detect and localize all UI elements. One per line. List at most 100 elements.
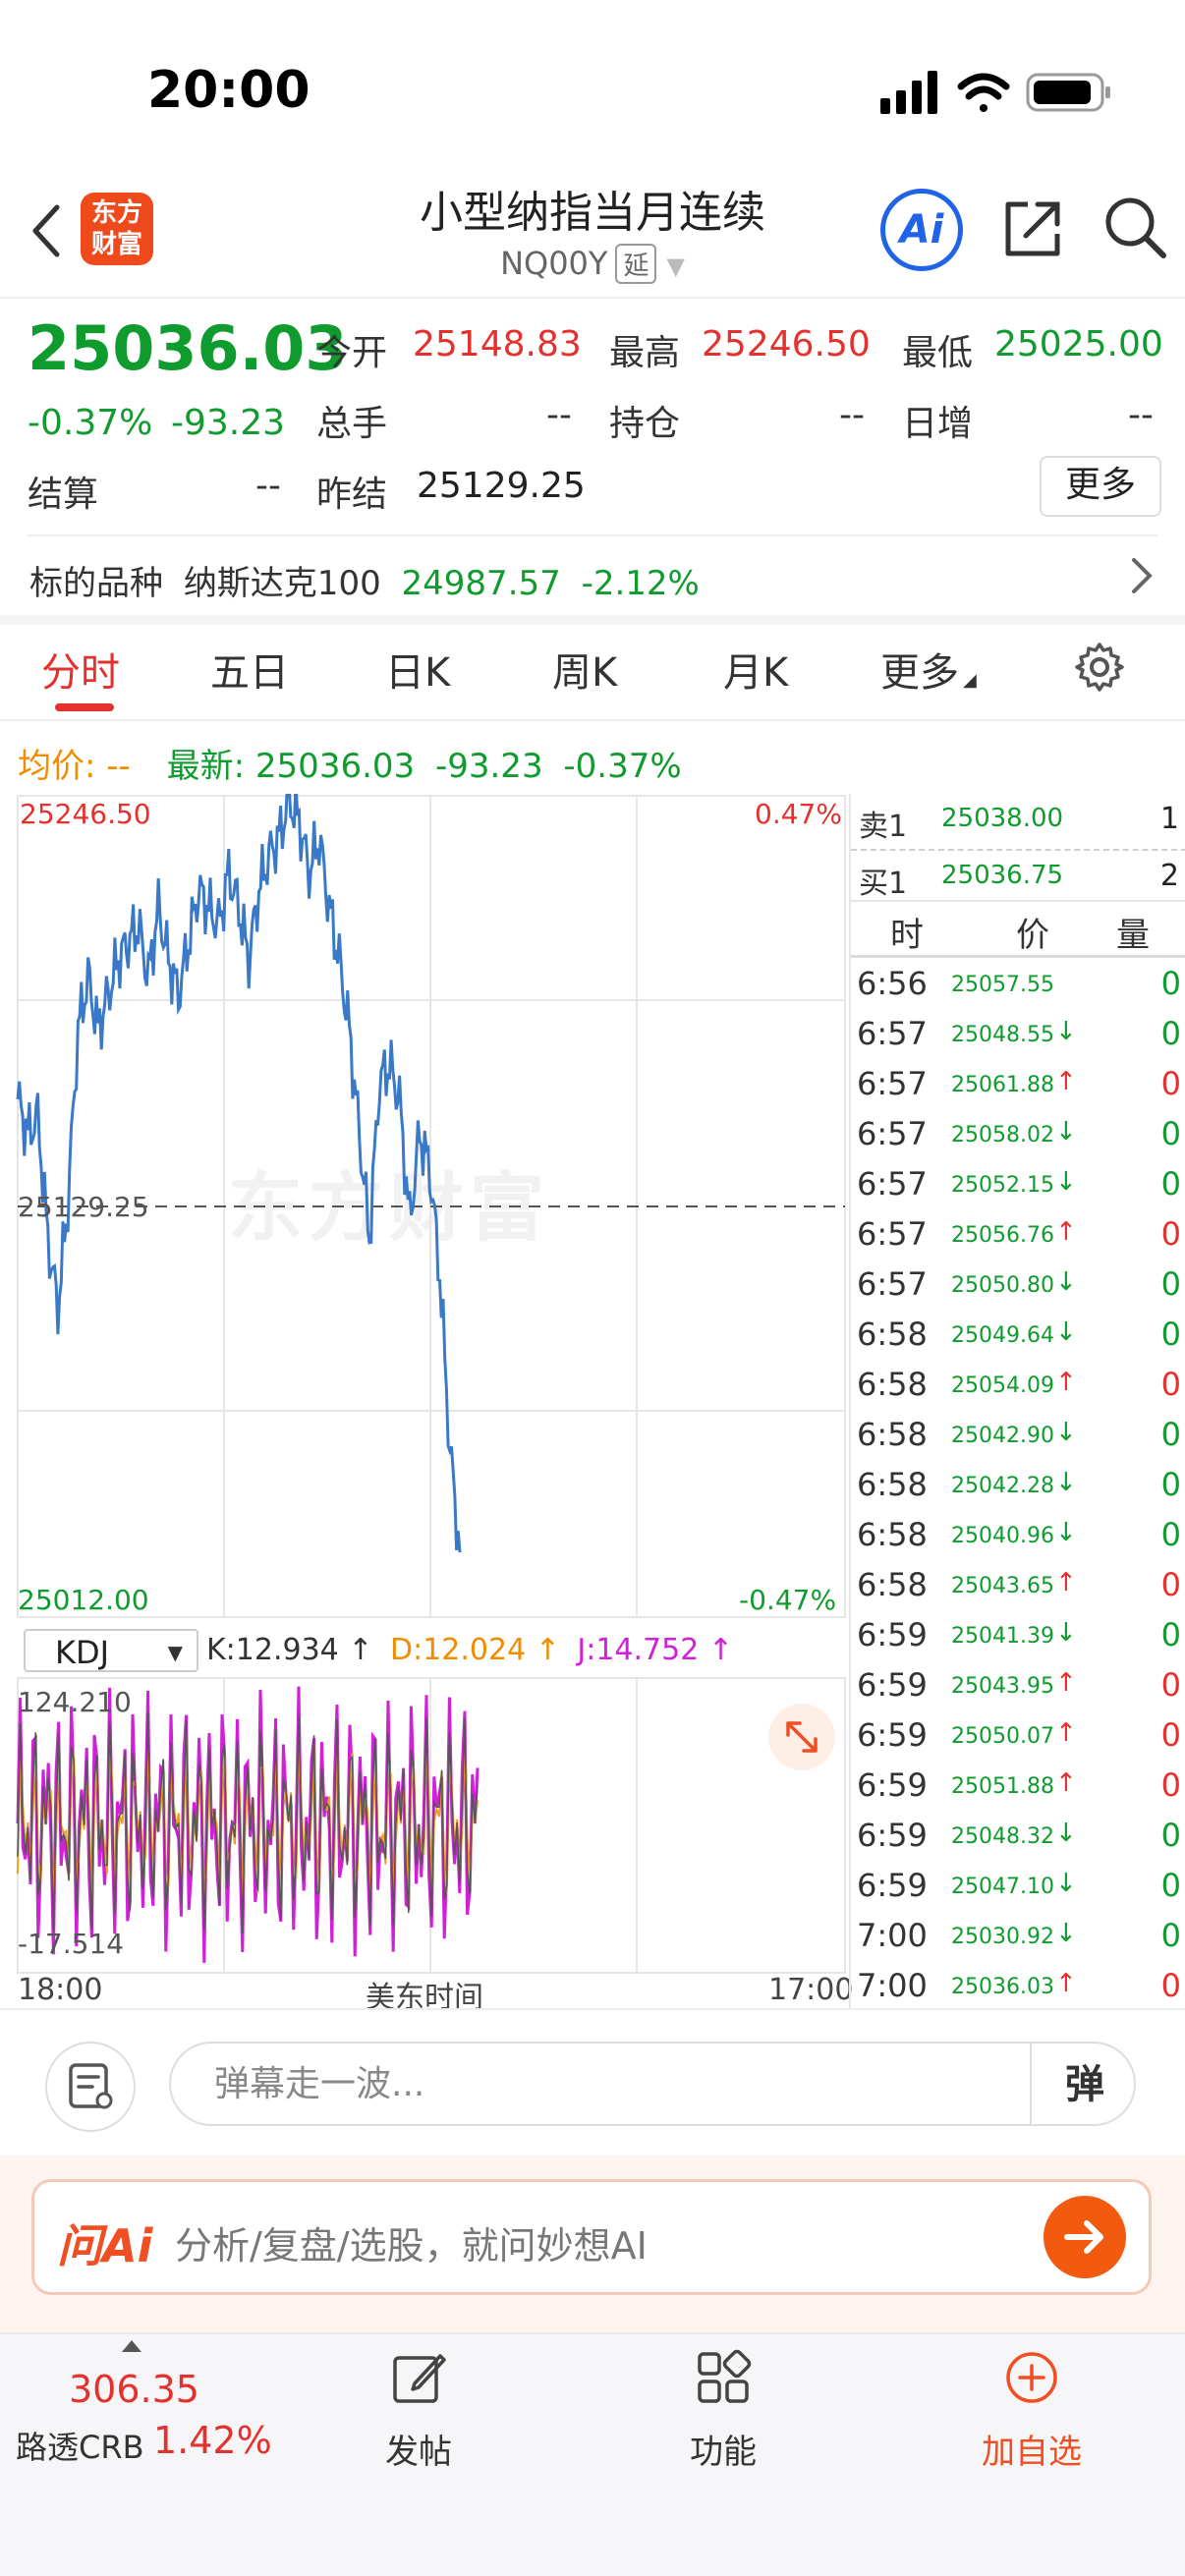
ticks-header-volume: 量 [1116,916,1150,955]
more-quote-button[interactable]: 更多 [1040,456,1161,517]
bid-1-qty: 2 [1159,859,1179,893]
tick-price: 25048.32 [951,1824,1054,1849]
avg-value: -- [106,747,131,786]
tick-volume: 0 [1160,1616,1181,1653]
search-icon[interactable] [1100,193,1169,261]
tick-time: 6:59 [857,1666,928,1704]
tick-time: 6:59 [857,1867,928,1904]
arrow-up-icon: ↑ [1055,1568,1077,1597]
volume-value: -- [546,395,572,435]
tick-row: 6:59 25047.10 ↓ 0 [851,1863,1185,1913]
ticks-header-price: 价 [1016,916,1049,955]
tick-price: 25050.07 [951,1724,1054,1749]
ask-1-price: 25038.00 [941,804,1064,833]
tick-price: 25036.03 [951,1975,1054,1999]
expand-icon [786,1721,818,1753]
battery-icon [1026,73,1110,112]
bid-1-label: 买1 [859,867,908,901]
tab-weekly-k[interactable]: 周K [552,641,617,698]
status-icons [880,71,1110,114]
tick-volume: 0 [1160,1967,1181,2004]
tick-time: 6:58 [857,1466,928,1503]
tick-volume: 0 [1160,1115,1181,1152]
underlying-pct: -2.12% [581,564,700,603]
tick-price: 25042.90 [951,1424,1054,1448]
bullet-settings-button[interactable] [45,2042,136,2132]
arrow-down-icon: ↓ [1055,1518,1077,1547]
expand-chart-button[interactable] [768,1704,835,1770]
tab-more[interactable]: 更多 ◢ [880,641,977,698]
tick-price: 25047.10 [951,1875,1054,1899]
bullet-list-icon [69,2063,113,2109]
tick-volume: 0 [1160,1316,1181,1353]
arrow-up-icon: ↑ [1055,1368,1077,1397]
gear-icon[interactable] [1073,641,1126,694]
ask-ai-submit-button[interactable] [1044,2196,1126,2278]
underlying-row[interactable]: 标的品种 纳斯达克100 24987.57 -2.12% [29,556,700,604]
wifi-icon [957,73,1010,112]
ask-1-label: 卖1 [859,810,908,844]
latest-label: 最新: [166,747,246,786]
tick-row: 6:58 25042.90 ↓ 0 [851,1412,1185,1462]
tick-price: 25051.88 [951,1774,1054,1799]
kdj-values: K:12.934 ↑ D:12.024 ↑ J:14.752 ↑ [206,1633,733,1667]
ai-button[interactable]: Ai [880,189,963,271]
tick-time: 7:00 [857,1917,928,1954]
kdj-j-line [16,1686,480,1963]
tick-time: 6:57 [857,1015,928,1052]
open-value: 25148.83 [413,324,582,364]
tick-time: 6:58 [857,1516,928,1553]
crb-price[interactable]: 306.35 [69,2368,199,2411]
tab-daily-k[interactable]: 日K [385,641,450,698]
tick-price: 25054.09 [951,1373,1054,1398]
nav-post[interactable]: 发帖 [340,2348,497,2473]
tab-more-label: 更多 [880,650,959,696]
price-series-line [16,794,462,1553]
kdj-max-label: 124.210 [18,1686,132,1718]
bullet-input[interactable]: 弹幕走一波... 弹 [169,2042,1136,2126]
tick-volume: 0 [1160,1466,1181,1503]
open-label: 今开 [316,333,388,373]
tick-row: 6:58 25043.65 ↑ 0 [851,1562,1185,1612]
nav-functions[interactable]: 功能 [645,2348,802,2473]
intraday-chart[interactable] [16,794,847,2012]
tick-time: 6:57 [857,1115,928,1152]
tick-time: 6:57 [857,1065,928,1102]
ask-ai-placeholder: 分析/复盘/选股，就问妙想AI [175,2224,648,2268]
indicator-select[interactable]: KDJ ▼ [24,1629,198,1672]
share-icon[interactable] [998,195,1067,263]
tick-volume: 0 [1160,1716,1181,1754]
tick-time: 7:00 [857,1967,928,2004]
chevron-right-icon[interactable] [1130,556,1154,595]
arrow-down-icon: ↓ [1055,1869,1077,1898]
ask-ai-logo: 问Ai [57,2219,153,2272]
change-pct: -0.37% [28,403,153,443]
prev-settle-label: 昨结 [316,475,388,515]
tick-row: 6:57 25058.02 ↓ 0 [851,1111,1185,1161]
tick-volume: 0 [1160,1015,1181,1052]
crb-name[interactable]: 路透CRB [16,2423,144,2468]
tick-volume: 0 [1160,1065,1181,1102]
x-start-label: 18:00 [18,1973,103,2007]
crb-pct[interactable]: 1.42% [153,2419,272,2462]
tick-row: 6:56 25057.55 0 [851,961,1185,1011]
tick-time: 6:58 [857,1566,928,1603]
tab-monthly-k[interactable]: 月K [723,641,788,698]
tab-intraday[interactable]: 分时 [41,641,120,698]
quote-divider [28,534,1157,536]
tick-row: 6:57 25061.88 ↑ 0 [851,1061,1185,1111]
arrow-down-icon: ↓ [1055,1317,1077,1347]
bullet-toggle-button[interactable]: 弹 [1065,2044,1104,2126]
tick-row: 6:58 25049.64 ↓ 0 [851,1312,1185,1362]
tab-five-day[interactable]: 五日 [210,641,289,698]
tick-price: 25058.02 [951,1123,1054,1148]
tick-row: 6:59 25051.88 ↑ 0 [851,1763,1185,1813]
tick-price: 25050.80 [951,1273,1054,1298]
latest-value: 25036.03 [254,747,416,786]
nav-add-watchlist-label: 加自选 [982,2433,1082,2472]
edit-icon [393,2354,446,2403]
settle-value: -- [255,466,281,506]
oi-value: -- [839,395,865,435]
arrow-down-icon: ↓ [1055,1167,1077,1197]
nav-add-watchlist[interactable]: 加自选 [953,2348,1110,2473]
